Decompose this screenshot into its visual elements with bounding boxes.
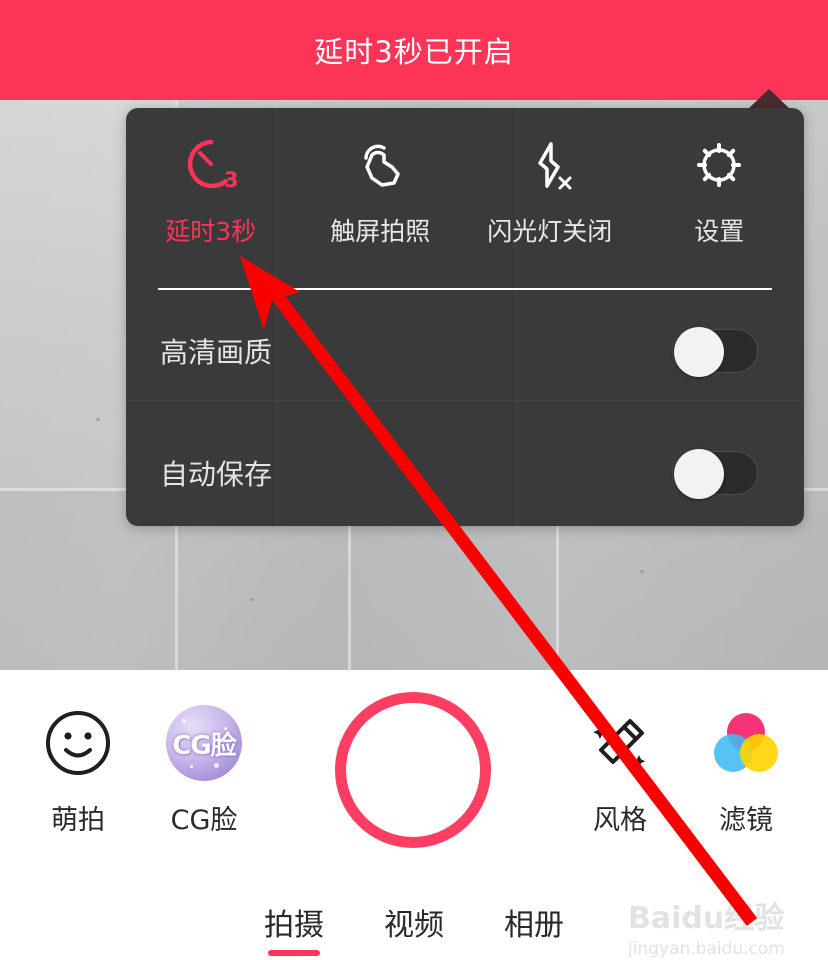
tab-album-label: 相册 bbox=[504, 908, 564, 943]
wall-speck bbox=[96, 418, 100, 421]
flash-off-icon bbox=[520, 134, 580, 196]
toast-banner-text: 延时3秒已开启 bbox=[314, 35, 514, 69]
camera-settings-popover: 3 延时3秒 触屏拍照 闪光灯关闭 设置 高清画质 自动保存 bbox=[126, 108, 804, 526]
quick-actions-row: 3 延时3秒 触屏拍照 闪光灯关闭 设置 bbox=[126, 108, 804, 280]
tab-photo[interactable]: 拍摄 bbox=[264, 900, 324, 956]
tab-album[interactable]: 相册 bbox=[504, 900, 564, 956]
quick-action-timer[interactable]: 3 延时3秒 bbox=[126, 108, 296, 280]
tool-cute-shot-label: 萌拍 bbox=[51, 805, 105, 836]
quick-action-timer-label: 延时3秒 bbox=[165, 217, 257, 246]
app-screen: 延时3秒已开启 3 延时3秒 触屏拍照 闪光灯关闭 设置 高清画质 自动保存 萌… bbox=[0, 0, 828, 960]
tool-filter-label: 滤镜 bbox=[719, 805, 773, 836]
cg-face-icon: CG脸 bbox=[165, 704, 243, 782]
toggle-knob bbox=[674, 327, 724, 377]
timer-3s-icon: 3 bbox=[181, 134, 241, 196]
setting-row-hd-quality[interactable]: 高清画质 bbox=[126, 306, 804, 396]
toast-banner: 延时3秒已开启 bbox=[0, 0, 828, 100]
magic-wand-icon bbox=[581, 704, 659, 782]
mode-tabs: 拍摄 视频 相册 bbox=[0, 900, 828, 960]
tab-photo-label: 拍摄 bbox=[264, 908, 324, 943]
toggle-auto-save[interactable] bbox=[672, 449, 758, 499]
svg-text:3: 3 bbox=[224, 168, 239, 192]
toggle-hd-quality[interactable] bbox=[672, 327, 758, 377]
setting-label-hd-quality: 高清画质 bbox=[160, 336, 273, 369]
wall-speck bbox=[640, 570, 644, 573]
smiley-face-icon bbox=[39, 704, 117, 782]
quick-action-touch-shutter-label: 触屏拍照 bbox=[330, 217, 431, 246]
toggle-knob bbox=[674, 449, 724, 499]
popover-grid-line bbox=[126, 400, 804, 401]
quick-action-flash[interactable]: 闪光灯关闭 bbox=[465, 108, 635, 280]
quick-action-settings[interactable]: 设置 bbox=[635, 108, 805, 280]
tab-video[interactable]: 视频 bbox=[384, 900, 444, 956]
shutter-button[interactable] bbox=[335, 692, 491, 848]
color-circles-icon bbox=[707, 704, 785, 782]
popover-divider bbox=[158, 288, 772, 290]
cg-face-badge-text: CG脸 bbox=[172, 730, 236, 761]
tool-cute-shot[interactable]: 萌拍 bbox=[8, 704, 148, 837]
gear-icon bbox=[689, 134, 749, 196]
tool-filter[interactable]: 滤镜 bbox=[676, 704, 816, 837]
quick-action-settings-label: 设置 bbox=[694, 217, 745, 246]
setting-row-auto-save[interactable]: 自动保存 bbox=[126, 428, 804, 518]
tool-style[interactable]: 风格 bbox=[550, 704, 690, 837]
tab-active-underline bbox=[268, 950, 320, 956]
popover-pointer-triangle bbox=[748, 89, 790, 109]
quick-action-flash-label: 闪光灯关闭 bbox=[487, 217, 613, 246]
touch-shutter-icon bbox=[350, 134, 410, 196]
tool-cg-face-label: CG脸 bbox=[170, 805, 238, 836]
tool-style-label: 风格 bbox=[593, 805, 647, 836]
tool-cg-face[interactable]: CG脸 CG脸 bbox=[134, 704, 274, 837]
tab-video-label: 视频 bbox=[384, 908, 444, 943]
setting-label-auto-save: 自动保存 bbox=[160, 458, 273, 491]
quick-action-touch-shutter[interactable]: 触屏拍照 bbox=[296, 108, 466, 280]
wall-speck bbox=[250, 598, 254, 601]
